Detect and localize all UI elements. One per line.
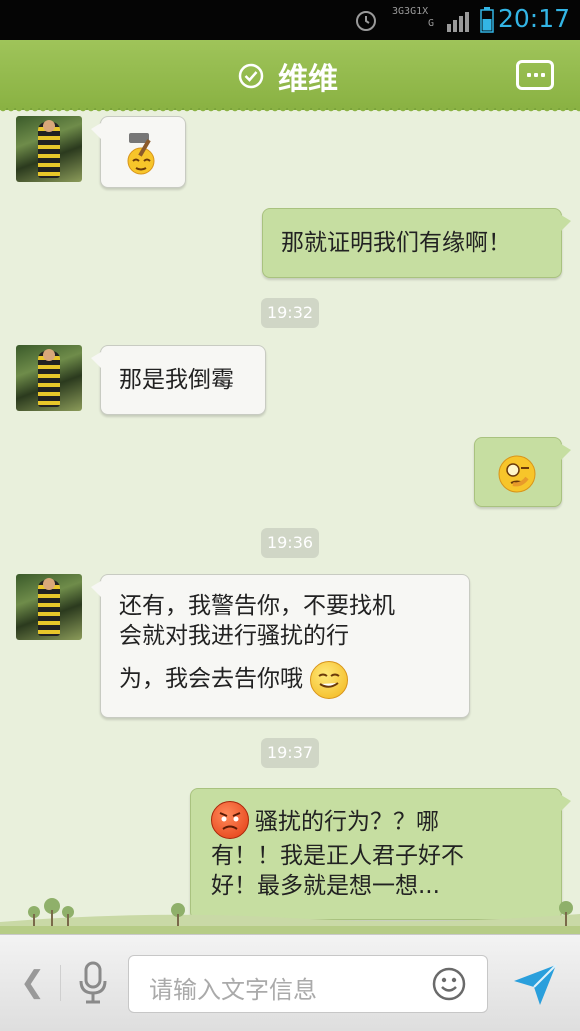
angry-face-emoji-icon	[211, 801, 249, 839]
message-text-line: 有！！我是正人君子好不	[211, 843, 464, 869]
thinking-face-emoji-icon	[498, 455, 536, 493]
contact-avatar[interactable]	[16, 345, 82, 411]
dot-icon	[527, 73, 531, 77]
message-text: 那是我倒霉	[119, 367, 234, 393]
message-timestamp: 19:36	[261, 528, 319, 558]
message-text-line: 骚扰的行为？？哪	[255, 809, 439, 835]
contact-name: 维维	[278, 62, 338, 97]
hammer-face-emoji-icon	[127, 133, 155, 175]
chat-area[interactable]: 那就证明我们有缘啊！ 19:32 那是我倒霉 19:36 还有，我警告你，不要找…	[0, 112, 580, 934]
divider	[60, 965, 61, 1001]
message-input-placeholder: 请输入文字信息	[149, 976, 317, 1004]
send-icon[interactable]	[512, 963, 558, 1007]
status-bar: 3G3G1X G 20:17	[0, 0, 580, 40]
verified-check-icon	[238, 63, 264, 89]
message-bubble-outgoing[interactable]: 那就证明我们有缘啊！	[262, 208, 571, 278]
dot-icon	[534, 73, 538, 77]
clock: 20:17	[497, 4, 570, 33]
input-bar: ❮ 请输入文字信息	[0, 934, 580, 1031]
chat-header: 维维	[0, 40, 580, 114]
alarm-icon	[356, 11, 376, 31]
emoji-picker-icon[interactable]	[432, 967, 466, 1001]
landscape-decoration	[0, 898, 580, 934]
message-text-line: 会就对我进行骚扰的行	[119, 623, 349, 649]
message-bubble-incoming[interactable]: 那是我倒霉	[91, 345, 266, 415]
message-bubble-outgoing[interactable]	[474, 437, 571, 507]
message-timestamp: 19:37	[261, 738, 319, 768]
message-bubble-incoming[interactable]: 还有，我警告你，不要找机 会就对我进行骚扰的行 为，我会去告你哦	[91, 574, 470, 718]
message-bubble-incoming[interactable]	[91, 116, 186, 188]
message-text-line: 为，我会去告你哦	[119, 666, 303, 692]
signal-icon	[447, 12, 469, 32]
message-text: 那就证明我们有缘啊！	[281, 230, 511, 256]
microphone-icon[interactable]	[76, 961, 110, 1005]
message-text-line: 还有，我警告你，不要找机	[119, 593, 395, 619]
contact-avatar[interactable]	[16, 574, 82, 640]
network-indicator: 3G3G1X G	[392, 6, 435, 29]
collapse-chevron-icon[interactable]: ❮	[20, 965, 45, 1000]
dot-icon	[541, 73, 545, 77]
battery-icon	[480, 7, 494, 33]
message-timestamp: 19:32	[261, 298, 319, 328]
contact-avatar[interactable]	[16, 116, 82, 182]
chat-menu-button[interactable]	[516, 60, 554, 90]
smirk-face-emoji-icon	[310, 660, 349, 699]
